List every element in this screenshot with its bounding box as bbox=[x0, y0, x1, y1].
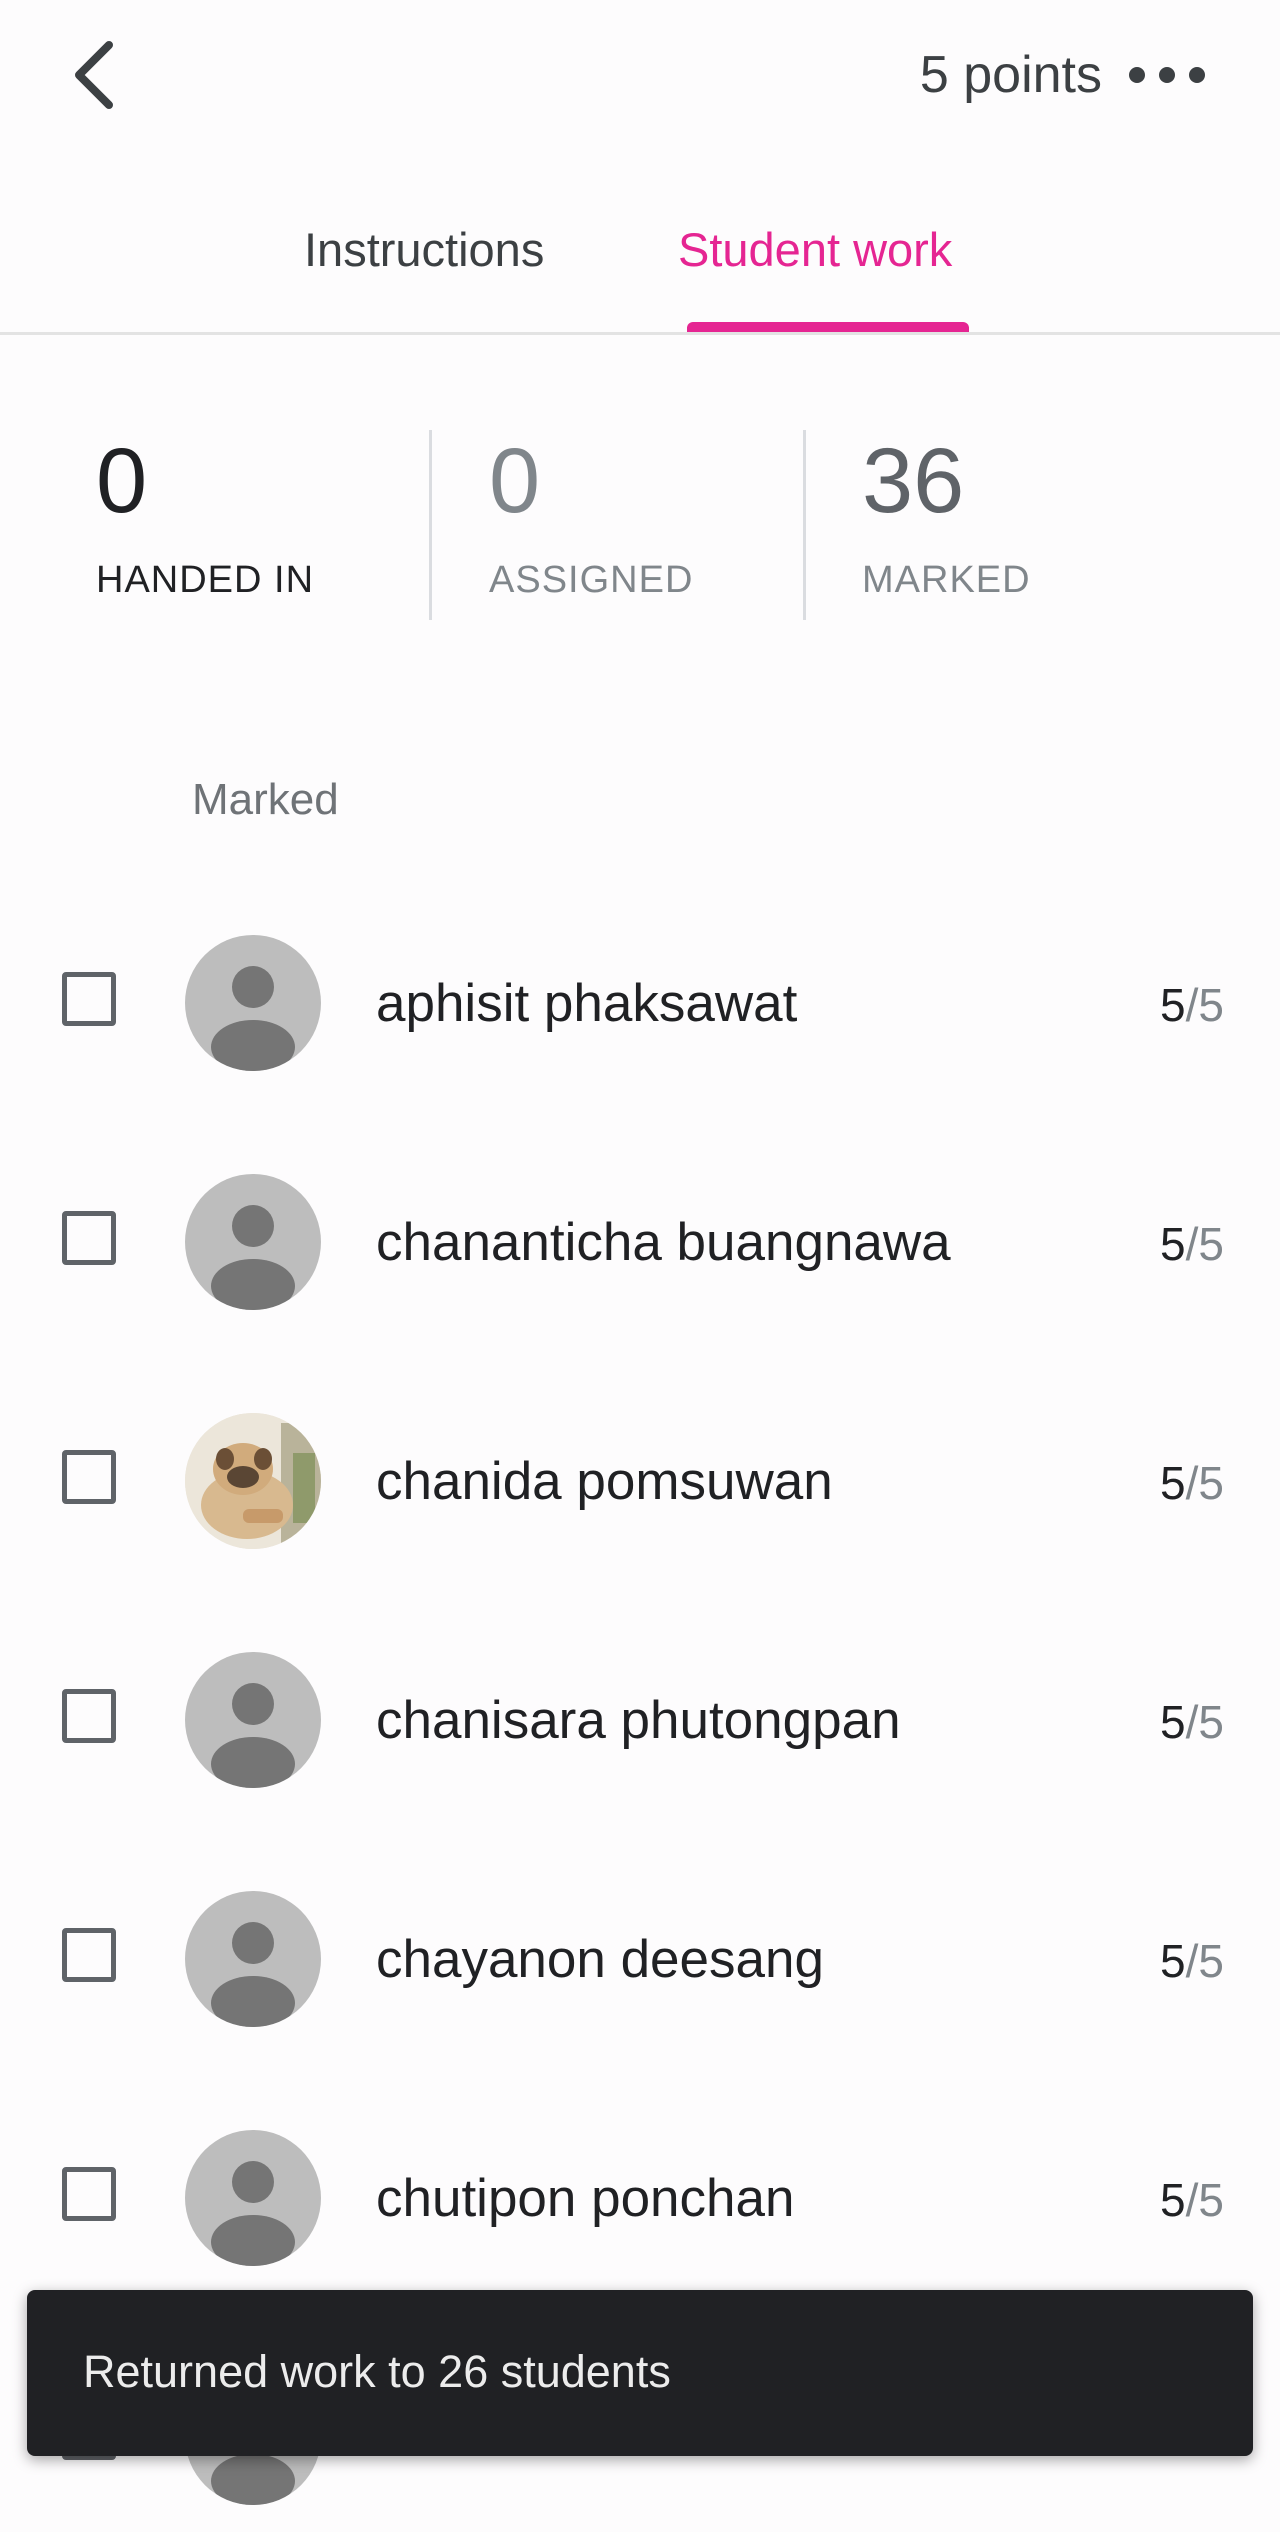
default-avatar-icon bbox=[185, 935, 321, 1071]
student-grade: 5/5 bbox=[1160, 979, 1224, 1031]
grade-value: 5 bbox=[1160, 1457, 1186, 1509]
select-checkbox[interactable] bbox=[62, 972, 116, 1026]
student-row[interactable]: chananticha buangnawa 5/5 bbox=[0, 1141, 1280, 1341]
grade-value: 5 bbox=[1160, 979, 1186, 1031]
student-work-screen: 5 points Instructions Student work 0 HAN… bbox=[0, 0, 1280, 2532]
stat-assigned-label: ASSIGNED bbox=[489, 559, 694, 601]
default-avatar-icon bbox=[185, 1652, 321, 1788]
student-name[interactable]: chayanon deesang bbox=[376, 1928, 824, 1992]
student-name[interactable]: aphisit phaksawat bbox=[376, 972, 797, 1036]
grade-value: 5 bbox=[1160, 1935, 1186, 1987]
back-arrow-icon bbox=[75, 41, 113, 109]
stat-divider bbox=[803, 430, 806, 620]
student-grade: 5/5 bbox=[1160, 1935, 1224, 1987]
select-checkbox[interactable] bbox=[62, 2167, 116, 2221]
stat-handed-in[interactable]: 0 HANDED IN bbox=[96, 430, 314, 620]
stat-marked-label: MARKED bbox=[862, 559, 1031, 601]
student-row[interactable]: chanisara phutongpan 5/5 bbox=[0, 1619, 1280, 1819]
stat-assigned[interactable]: 0 ASSIGNED bbox=[489, 430, 693, 620]
stat-handed-in-label: HANDED IN bbox=[96, 559, 315, 601]
select-checkbox[interactable] bbox=[62, 1450, 116, 1504]
tab-instructions[interactable]: Instructions bbox=[304, 220, 544, 280]
grade-value: 5 bbox=[1160, 1218, 1186, 1270]
tab-student-work[interactable]: Student work bbox=[678, 220, 952, 280]
snackbar-message: Returned work to 26 students bbox=[83, 2346, 671, 2397]
student-row[interactable]: aphisit phaksawat 5/5 bbox=[0, 902, 1280, 1102]
dog-photo-avatar bbox=[185, 1413, 321, 1549]
grade-out-of: 5 bbox=[1198, 1457, 1224, 1509]
back-button[interactable] bbox=[55, 30, 135, 120]
stat-divider bbox=[429, 430, 432, 620]
student-row[interactable]: chutipon ponchan 5/5 bbox=[0, 2097, 1280, 2297]
more-horizontal-icon bbox=[1129, 67, 1205, 83]
select-checkbox[interactable] bbox=[62, 1928, 116, 1982]
grade-out-of: 5 bbox=[1198, 1935, 1224, 1987]
student-name[interactable]: chananticha buangnawa bbox=[376, 1211, 951, 1275]
active-tab-indicator bbox=[687, 322, 969, 332]
student-grade: 5/5 bbox=[1160, 2174, 1224, 2226]
student-name[interactable]: chanida pomsuwan bbox=[376, 1450, 833, 1514]
select-checkbox[interactable] bbox=[62, 1211, 116, 1265]
student-row[interactable]: chayanon deesang 5/5 bbox=[0, 1858, 1280, 2058]
grade-out-of: 5 bbox=[1198, 1218, 1224, 1270]
stat-marked[interactable]: 36 MARKED bbox=[862, 430, 1031, 620]
select-checkbox[interactable] bbox=[62, 1689, 116, 1743]
grade-out-of: 5 bbox=[1198, 979, 1224, 1031]
stat-handed-in-count: 0 bbox=[96, 430, 148, 532]
student-row[interactable]: chanida pomsuwan 5/5 bbox=[0, 1380, 1280, 1580]
grade-out-of: 5 bbox=[1198, 2174, 1224, 2226]
student-name[interactable]: chutipon ponchan bbox=[376, 2167, 794, 2231]
stat-assigned-count: 0 bbox=[489, 430, 541, 532]
grade-value: 5 bbox=[1160, 2174, 1186, 2226]
stat-marked-count: 36 bbox=[862, 430, 965, 532]
submission-stats: 0 HANDED IN 0 ASSIGNED 36 MARKED bbox=[0, 430, 1280, 620]
more-options-button[interactable] bbox=[1120, 50, 1220, 100]
student-name[interactable]: chanisara phutongpan bbox=[376, 1689, 901, 1753]
default-avatar-icon bbox=[185, 2130, 321, 2266]
grade-out-of: 5 bbox=[1198, 1696, 1224, 1748]
tab-bar: Instructions Student work bbox=[0, 200, 1280, 335]
default-avatar-icon bbox=[185, 1891, 321, 2027]
section-title-marked: Marked bbox=[192, 775, 339, 824]
top-app-bar: 5 points bbox=[0, 0, 1280, 150]
grade-value: 5 bbox=[1160, 1696, 1186, 1748]
student-grade: 5/5 bbox=[1160, 1457, 1224, 1509]
points-label: 5 points bbox=[919, 46, 1102, 104]
student-grade: 5/5 bbox=[1160, 1696, 1224, 1748]
default-avatar-icon bbox=[185, 1174, 321, 1310]
student-grade: 5/5 bbox=[1160, 1218, 1224, 1270]
snackbar: Returned work to 26 students bbox=[27, 2290, 1253, 2456]
